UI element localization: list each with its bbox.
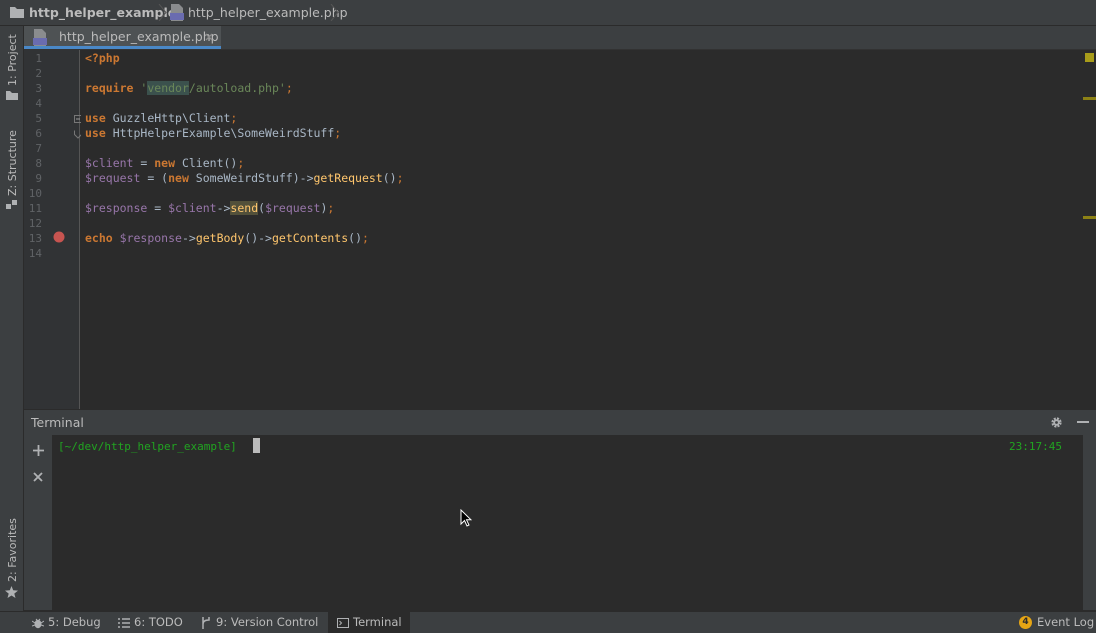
version-control-tab-label: 9: Version Control <box>216 615 319 629</box>
line-number: 13 <box>28 232 42 245</box>
terminal-title: Terminal <box>31 415 84 430</box>
line-number: 3 <box>35 82 42 95</box>
event-log-label: Event Log <box>1037 615 1095 629</box>
line-number: 9 <box>35 172 42 185</box>
navigation-bar: http_helper_example http_helper_example.… <box>0 0 1096 26</box>
folder-icon <box>10 7 24 18</box>
editor-tab-label: http_helper_example.php <box>59 29 219 44</box>
line-number: 4 <box>35 97 42 110</box>
branch-icon <box>202 616 210 629</box>
code-line: use HttpHelperExample\SomeWeirdStuff; <box>85 126 342 140</box>
editor-gutter: 1 2 3 4 5 6 7 8 9 10 11 12 13 14 <box>24 50 82 409</box>
error-stripe[interactable] <box>1081 50 1096 409</box>
chevron-right-icon <box>158 4 167 21</box>
terminal-output[interactable]: [~/dev/http_helper_example] 23:17:45 <box>53 435 1083 610</box>
add-icon[interactable] <box>33 445 44 456</box>
structure-tab-label: Z: Structure <box>6 130 19 196</box>
code-line: $response = $client->send($request); <box>85 201 335 215</box>
code-line: $request = (new SomeWeirdStuff)->getRequ… <box>85 171 404 185</box>
terminal-scrollbar[interactable] <box>1083 435 1096 610</box>
terminal-prompt: [~/dev/http_helper_example] <box>58 440 237 453</box>
favorites-tab-label: 2: Favorites <box>6 518 19 582</box>
bug-icon <box>31 618 45 628</box>
breadcrumb-file[interactable]: http_helper_example.php <box>188 0 348 25</box>
line-number: 12 <box>28 217 42 230</box>
code-line: use GuzzleHttp\Client; <box>85 111 238 125</box>
event-count-badge: 4 <box>1019 616 1032 629</box>
version-control-tool-tab[interactable]: 9: Version Control <box>201 612 318 633</box>
terminal-header: Terminal <box>24 409 1096 435</box>
gear-icon[interactable] <box>1050 416 1063 429</box>
terminal-tool-tab[interactable]: Terminal <box>328 612 410 633</box>
debug-tool-tab[interactable]: 5: Debug <box>31 612 101 633</box>
chevron-right-icon <box>330 4 339 21</box>
php-file-icon <box>170 4 184 21</box>
event-log-tool-tab[interactable]: 4 Event Log <box>1019 612 1094 633</box>
todo-tool-tab[interactable]: 6: TODO <box>118 612 183 633</box>
bottom-tool-bar: 5: Debug 6: TODO 9: Version Control Term… <box>0 611 1096 633</box>
line-number: 11 <box>28 202 42 215</box>
close-icon[interactable] <box>33 472 43 482</box>
code-line: $client = new Client(); <box>85 156 245 170</box>
php-file-icon <box>33 29 47 46</box>
structure-icon <box>6 200 17 209</box>
warning-mark[interactable] <box>1083 216 1096 219</box>
warning-mark[interactable] <box>1083 97 1096 100</box>
folder-icon <box>6 91 18 100</box>
debug-tab-label: 5: Debug <box>48 615 101 629</box>
structure-tool-tab[interactable]: Z: Structure <box>0 118 23 209</box>
terminal-cursor <box>253 438 260 453</box>
line-number: 1 <box>35 52 42 65</box>
project-tab-label: 1: Project <box>6 34 19 86</box>
project-tool-tab[interactable]: 1: Project <box>0 30 23 102</box>
list-icon <box>118 617 130 628</box>
line-number: 10 <box>28 187 42 200</box>
terminal-icon <box>337 617 349 628</box>
editor-tab-row: http_helper_example.php <box>24 26 1096 50</box>
line-number: 14 <box>28 247 42 260</box>
star-icon <box>5 586 18 598</box>
breakpoint-icon[interactable] <box>53 231 65 243</box>
line-number: 6 <box>35 127 42 140</box>
code-line: echo $response->getBody()->getContents()… <box>85 231 369 245</box>
breadcrumb-project[interactable]: http_helper_example <box>29 0 176 25</box>
favorites-tool-tab[interactable]: 2: Favorites <box>0 516 23 602</box>
code-editor[interactable]: <?php require 'vendor/autoload.php'; use… <box>81 50 1081 409</box>
close-icon[interactable] <box>205 33 213 41</box>
code-line: require 'vendor/autoload.php'; <box>85 81 293 95</box>
left-tool-stripe: 1: Project Z: Structure 2: Favorites <box>0 26 24 611</box>
code-line: <?php <box>85 51 120 65</box>
line-number: 2 <box>35 67 42 80</box>
line-number: 7 <box>35 142 42 155</box>
terminal-tab-label: Terminal <box>353 615 402 629</box>
line-number: 8 <box>35 157 42 170</box>
warning-indicator-icon[interactable] <box>1085 53 1094 62</box>
minimize-icon[interactable] <box>1077 421 1089 424</box>
line-number: 5 <box>35 112 42 125</box>
editor-tab-http-helper-example[interactable]: http_helper_example.php <box>24 26 221 49</box>
terminal-toolbar <box>24 435 53 610</box>
mouse-pointer-icon <box>460 509 472 527</box>
todo-tab-label: 6: TODO <box>134 615 183 629</box>
terminal-time: 23:17:45 <box>1009 440 1062 453</box>
